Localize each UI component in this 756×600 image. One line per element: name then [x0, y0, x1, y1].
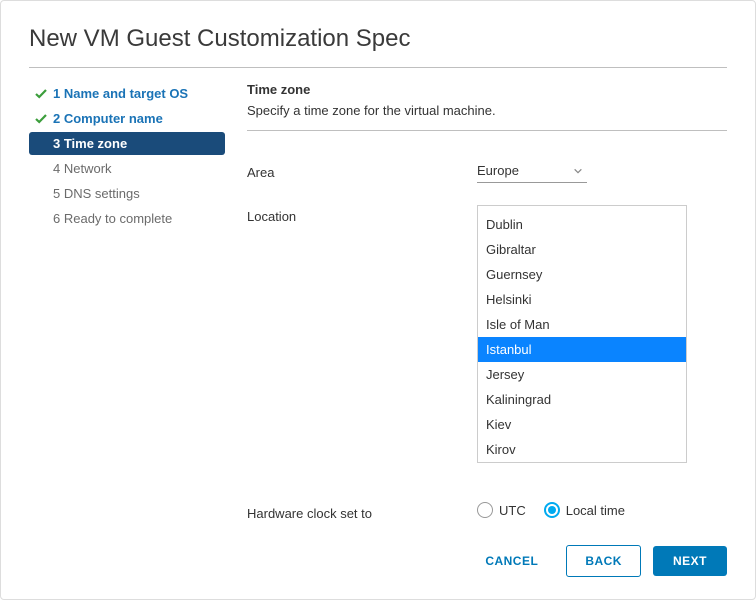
clock-row: Hardware clock set to UTC Local time — [247, 502, 727, 521]
next-button[interactable]: NEXT — [653, 546, 727, 576]
area-dropdown[interactable]: Europe — [477, 161, 587, 183]
chevron-down-icon — [573, 166, 583, 176]
step-label: 3 Time zone — [53, 136, 219, 151]
wizard-dialog: New VM Guest Customization Spec 1 Name a… — [0, 0, 756, 600]
list-item[interactable]: Helsinki — [478, 287, 686, 312]
area-dropdown-value: Europe — [477, 163, 545, 178]
dialog-footer: CANCEL BACK NEXT — [29, 527, 727, 577]
list-item[interactable]: Kaliningrad — [478, 387, 686, 412]
location-row: Location DublinGibraltarGuernseyHelsinki… — [247, 205, 727, 463]
step-label: 2 Computer name — [53, 111, 219, 126]
list-item[interactable]: Kiev — [478, 412, 686, 437]
radio-circle — [544, 502, 560, 518]
wizard-step: 6 Ready to complete — [29, 207, 225, 230]
list-item[interactable]: Dublin — [478, 212, 686, 237]
clock-radio-local[interactable]: Local time — [544, 502, 625, 518]
title-divider — [29, 67, 727, 68]
list-item[interactable]: Guernsey — [478, 262, 686, 287]
step-label: 1 Name and target OS — [53, 86, 219, 101]
section-title: Time zone — [247, 82, 727, 97]
location-label: Location — [247, 205, 477, 224]
back-button[interactable]: BACK — [566, 545, 641, 577]
wizard-step: 5 DNS settings — [29, 182, 225, 205]
wizard-steps-nav: 1 Name and target OS 2 Computer name 3 Tim… — [29, 82, 237, 527]
dialog-body: 1 Name and target OS 2 Computer name 3 Tim… — [29, 82, 727, 527]
area-label: Area — [247, 161, 477, 180]
wizard-step: 4 Network — [29, 157, 225, 180]
main-panel: Time zone Specify a time zone for the vi… — [237, 82, 727, 527]
clock-radio-group: UTC Local time — [477, 502, 727, 518]
location-listbox[interactable]: DublinGibraltarGuernseyHelsinkiIsle of M… — [477, 205, 687, 463]
checkmark-icon — [35, 88, 53, 100]
cancel-button[interactable]: CANCEL — [469, 546, 554, 576]
radio-circle — [477, 502, 493, 518]
area-row: Area Europe — [247, 161, 727, 183]
radio-dot — [548, 506, 556, 514]
checkmark-icon — [35, 113, 53, 125]
clock-radio-utc[interactable]: UTC — [477, 502, 526, 518]
radio-label-local: Local time — [566, 503, 625, 518]
list-item[interactable]: Isle of Man — [478, 312, 686, 337]
step-label: 4 Network — [53, 161, 219, 176]
dialog-title: New VM Guest Customization Spec — [29, 25, 727, 53]
wizard-step[interactable]: 2 Computer name — [29, 107, 225, 130]
list-item[interactable]: Istanbul — [478, 337, 686, 362]
radio-label-utc: UTC — [499, 503, 526, 518]
list-item[interactable]: Jersey — [478, 362, 686, 387]
step-label: 5 DNS settings — [53, 186, 219, 201]
list-item[interactable]: Lisbon — [478, 462, 686, 463]
list-item[interactable]: Kirov — [478, 437, 686, 462]
wizard-step[interactable]: 1 Name and target OS — [29, 82, 225, 105]
section-desc: Specify a time zone for the virtual mach… — [247, 103, 727, 131]
list-item[interactable]: Gibraltar — [478, 237, 686, 262]
clock-label: Hardware clock set to — [247, 502, 477, 521]
step-label: 6 Ready to complete — [53, 211, 219, 226]
wizard-step[interactable]: 3 Time zone — [29, 132, 225, 155]
